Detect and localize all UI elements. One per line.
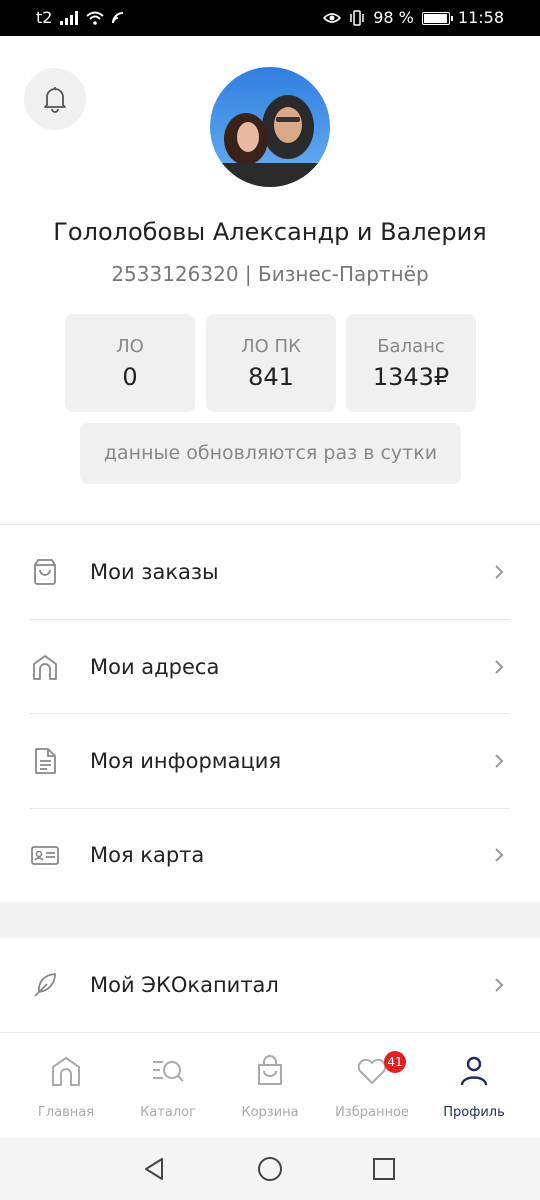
tab-label: Главная [37,1105,95,1120]
favorites-count-badge: 41 [384,1051,406,1073]
stat-label: ЛО [116,336,144,357]
id-card-icon [31,846,59,865]
bottom-tab-bar: Главная Каталог Корзина 41 Избранное Про… [0,1032,540,1138]
bell-icon [44,87,66,113]
menu-item-label: Моя информация [90,749,282,773]
menu-item-label: Мои заказы [90,560,219,584]
back-icon[interactable] [141,1155,169,1183]
chevron-right-icon [495,978,504,992]
eye-icon [323,13,342,23]
battery-icon [421,11,453,25]
home-button-icon[interactable] [256,1155,284,1183]
battery-percent: 98 % [373,8,414,27]
tab-catalog[interactable]: Каталог [114,1033,222,1139]
document-icon [35,748,56,774]
chevron-right-icon [495,660,504,674]
menu-item-info[interactable]: Моя информация [0,714,540,808]
stat-value: 841 [248,363,294,391]
profile-name: Гололобовы Александр и Валерия [53,218,487,246]
profile-subtitle: 2533126320 | Бизнес-Партнёр [111,262,429,286]
menu-item-label: Моя карта [90,843,205,867]
menu-item-label: Мой ЭКОкапитал [90,973,279,997]
stat-label: ЛО ПК [241,336,301,357]
stat-lo-pk: ЛО ПК 841 [206,314,336,412]
catalog-search-icon [153,1061,184,1082]
feather-icon [34,973,56,997]
tab-profile[interactable]: Профиль [420,1033,528,1139]
menu-item-addresses[interactable]: Мои адреса [0,620,540,714]
tab-label: Каталог [140,1105,196,1120]
stat-lo: ЛО 0 [65,314,195,412]
chevron-right-icon [495,848,504,862]
menu-item-card[interactable]: Моя карта [0,808,540,902]
bag-icon [34,559,56,585]
stat-label: Баланс [377,336,445,357]
tab-home[interactable]: Главная [12,1033,120,1139]
clock: 11:58 [457,8,504,27]
home-icon [52,1057,80,1086]
chevron-right-icon [495,754,504,768]
carrier-label: t2 [36,8,53,27]
signal-icon [60,11,79,25]
home-icon [33,655,57,680]
vibrate-icon [350,10,364,26]
stat-balance: Баланс 1343₽ [346,314,476,412]
wifi-icon [86,11,105,25]
tab-label: Корзина [241,1105,299,1120]
nfc-icon [112,12,124,24]
person-icon [460,1056,488,1086]
menu-item-orders[interactable]: Мои заказы [0,525,540,619]
menu-item-ecocapital[interactable]: Мой ЭКОкапитал [0,938,540,1032]
update-note: данные обновляются раз в сутки [80,423,461,484]
stat-value: 1343₽ [372,363,450,391]
tab-label: Профиль [443,1105,505,1120]
section-separator [0,902,540,938]
menu-item-label: Мои адреса [90,655,220,679]
chevron-right-icon [495,565,504,579]
tab-label: Избранное [335,1105,409,1120]
bag-icon [258,1055,282,1085]
avatar[interactable] [210,67,330,187]
stat-value: 0 [122,363,138,391]
status-bar: t2 98 % 11:58 [0,0,540,36]
notifications-button[interactable] [24,68,86,130]
tab-cart[interactable]: Корзина [216,1033,324,1139]
tab-favorites[interactable]: 41 Избранное [318,1033,426,1139]
system-nav-bar [0,1138,540,1200]
recents-icon[interactable] [370,1155,398,1183]
